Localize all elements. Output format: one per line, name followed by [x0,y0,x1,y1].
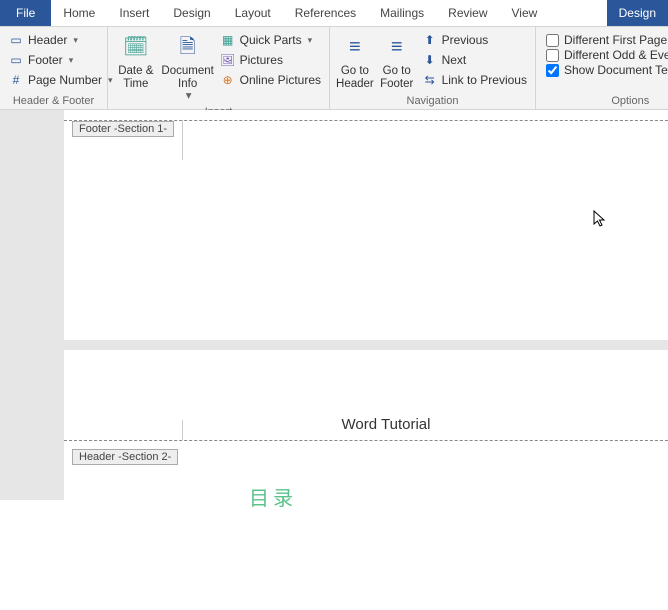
different-first-page-label: Different First Page [564,33,667,47]
margin-guide [182,120,183,160]
tab-review[interactable]: Review [436,0,499,26]
link-to-previous-button[interactable]: ⇆ Link to Previous [418,71,531,89]
date-time-label: Date & Time [114,65,158,90]
different-odd-even-input[interactable] [546,49,559,62]
link-to-previous-label: Link to Previous [442,73,527,87]
ribbon-tabs: File Home Insert Design Layout Reference… [0,0,668,26]
show-document-text-checkbox[interactable]: Show Document Text [546,63,668,77]
footer-section-tag: Footer -Section 1- [72,121,174,137]
mouse-cursor-icon [593,210,607,228]
goto-header-button[interactable]: ≡ Go to Header [334,29,376,90]
tab-spacer [549,0,606,26]
header-label: Header [28,33,67,47]
previous-label: Previous [442,33,489,47]
tab-view[interactable]: View [500,0,550,26]
document-info-icon: 🗎 [172,31,204,63]
different-first-page-input[interactable] [546,34,559,47]
page-number-button[interactable]: # Page Number ▾ [4,71,117,89]
show-document-text-label: Show Document Text [564,63,668,77]
footer-button[interactable]: ▭ Footer ▾ [4,51,117,69]
tab-design-tool[interactable]: Design [607,0,668,26]
online-pictures-label: Online Pictures [240,73,321,87]
group-label-header-footer: Header & Footer [0,94,107,109]
chevron-down-icon: ▾ [308,35,313,46]
group-options: Different First Page Different Odd & Eve… [536,27,668,109]
goto-footer-label: Go to Footer [378,65,416,90]
previous-button[interactable]: ⬆ Previous [418,31,531,49]
margin-guide [182,420,183,440]
page-1[interactable]: Footer -Section 1- [64,110,668,340]
link-to-previous-icon: ⇆ [422,72,438,88]
next-button[interactable]: ⬇ Next [418,51,531,69]
online-pictures-icon: ⊕ [220,72,236,88]
header-icon: ▭ [8,32,24,48]
chevron-down-icon: ▾ [186,90,192,103]
ribbon: ▭ Header ▾ ▭ Footer ▾ # Page Number ▾ He… [0,26,668,110]
tab-file[interactable]: File [0,0,51,26]
group-navigation: ≡ Go to Header ≡ Go to Footer ⬆ Previous… [330,27,536,109]
tab-insert[interactable]: Insert [107,0,161,26]
header-section-tag: Header -Section 2- [72,449,178,465]
header-text[interactable]: Word Tutorial [342,416,431,433]
group-header-footer: ▭ Header ▾ ▭ Footer ▾ # Page Number ▾ He… [0,27,108,109]
show-document-text-input[interactable] [546,64,559,77]
document-info-button[interactable]: 🗎 Document Info ▾ [160,29,216,103]
group-label-navigation: Navigation [330,94,535,109]
different-odd-even-checkbox[interactable]: Different Odd & Even Pages [546,48,668,62]
chevron-down-icon: ▾ [69,55,74,66]
tab-design[interactable]: Design [161,0,222,26]
date-time-icon: 🗓 [120,31,152,63]
quick-parts-label: Quick Parts [240,33,302,47]
page-number-icon: # [8,72,24,88]
group-insert: 🗓 Date & Time 🗎 Document Info ▾ ▦ Quick … [108,27,330,109]
header-button[interactable]: ▭ Header ▾ [4,31,117,49]
next-label: Next [442,53,467,67]
next-icon: ⬇ [422,52,438,68]
tab-mailings[interactable]: Mailings [368,0,436,26]
goto-header-icon: ≡ [339,31,371,63]
toc-heading[interactable]: 目录 [249,482,297,511]
pictures-button[interactable]: 🖼 Pictures [216,51,325,69]
pictures-label: Pictures [240,53,283,67]
group-label-options: Options [536,94,668,109]
pictures-icon: 🖼 [220,52,236,68]
footer-label: Footer [28,53,63,67]
document-area: Footer -Section 1- Word Tutorial Header … [0,110,668,500]
page-2[interactable]: Word Tutorial Header -Section 2- 目录 [64,350,668,610]
online-pictures-button[interactable]: ⊕ Online Pictures [216,71,325,89]
quick-parts-icon: ▦ [220,32,236,48]
goto-footer-icon: ≡ [381,31,413,63]
tab-references[interactable]: References [283,0,368,26]
tab-layout[interactable]: Layout [223,0,283,26]
chevron-down-icon: ▾ [73,35,78,46]
tab-home[interactable]: Home [51,0,107,26]
footer-icon: ▭ [8,52,24,68]
page-number-label: Page Number [28,73,102,87]
goto-header-label: Go to Header [336,65,374,90]
document-info-label: Document Info [161,65,213,90]
goto-footer-button[interactable]: ≡ Go to Footer [376,29,418,90]
different-first-page-checkbox[interactable]: Different First Page [546,33,668,47]
quick-parts-button[interactable]: ▦ Quick Parts ▾ [216,31,325,49]
date-time-button[interactable]: 🗓 Date & Time [112,29,160,90]
previous-icon: ⬆ [422,32,438,48]
different-odd-even-label: Different Odd & Even Pages [564,48,668,62]
